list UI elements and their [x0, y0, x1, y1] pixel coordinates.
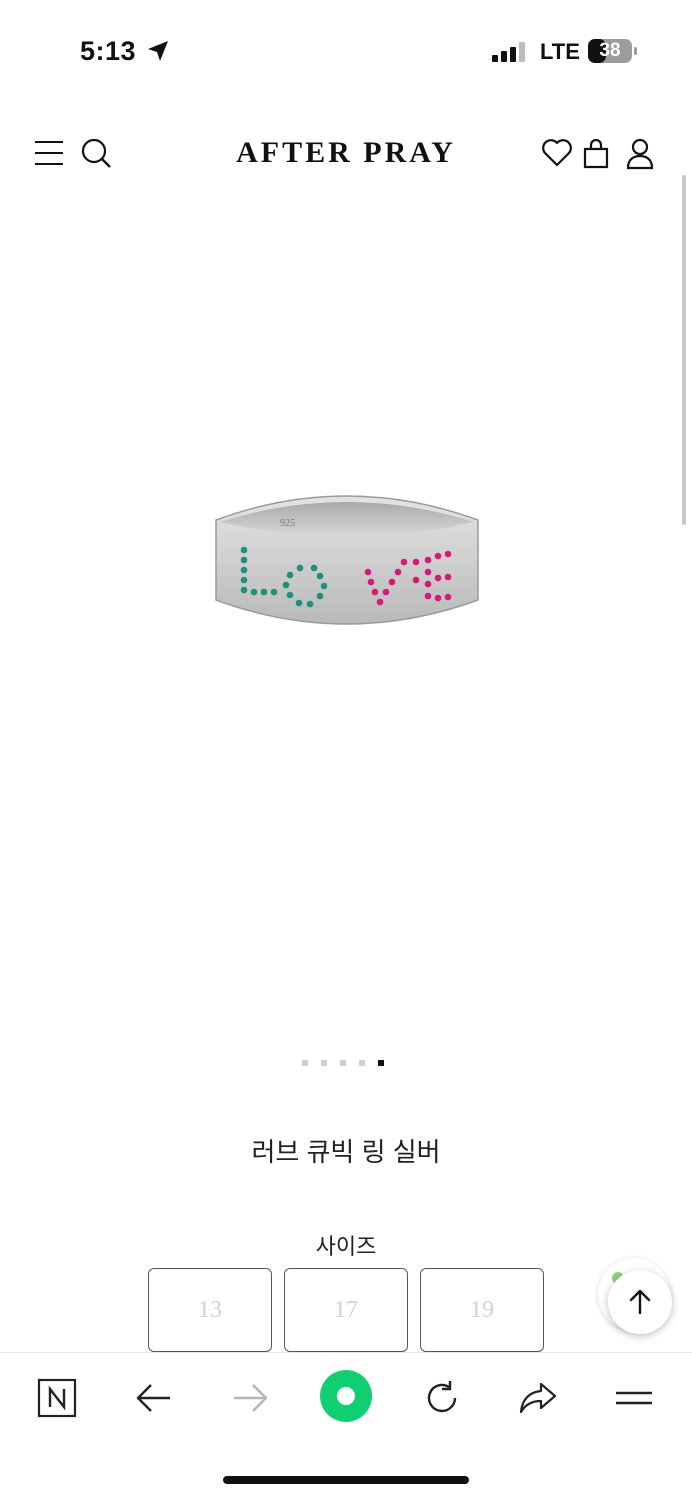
- product-title: 러브 큐빅 링 실버: [251, 1137, 441, 1167]
- carousel-indicator: [302, 1060, 384, 1066]
- size-option-17[interactable]: 17: [284, 1268, 408, 1352]
- product-image[interactable]: 925: [206, 480, 486, 650]
- forward-arrow-icon[interactable]: [226, 1374, 274, 1422]
- carousel-dot-active[interactable]: [378, 1060, 384, 1066]
- carousel-dot[interactable]: [359, 1060, 365, 1066]
- heart-icon[interactable]: [540, 136, 574, 170]
- status-time: 5:13: [80, 36, 137, 66]
- brand-logo[interactable]: AFTER PRAY: [200, 136, 492, 170]
- battery-level: 38: [599, 40, 621, 61]
- carousel-dot[interactable]: [321, 1060, 327, 1066]
- refresh-icon[interactable]: [418, 1374, 466, 1422]
- scrollbar[interactable]: [682, 175, 686, 525]
- naver-n-icon[interactable]: [33, 1374, 81, 1422]
- cellular-signal-icon: [492, 42, 525, 62]
- menu-lines-icon[interactable]: [610, 1374, 658, 1422]
- hallmark-text: 925: [280, 518, 295, 529]
- back-arrow-icon[interactable]: [130, 1374, 178, 1422]
- bag-icon[interactable]: [579, 136, 613, 170]
- menu-icon[interactable]: [32, 136, 66, 170]
- green-dot-icon[interactable]: [320, 1370, 372, 1422]
- carousel-dot[interactable]: [340, 1060, 346, 1066]
- user-icon[interactable]: [623, 136, 657, 170]
- location-arrow-icon: [148, 41, 168, 61]
- size-option-19[interactable]: 19: [420, 1268, 544, 1352]
- share-icon[interactable]: [514, 1374, 562, 1422]
- size-option-13[interactable]: 13: [148, 1268, 272, 1352]
- home-indicator[interactable]: [223, 1476, 469, 1484]
- network-type: LTE: [540, 39, 580, 64]
- scroll-to-top-button[interactable]: [608, 1270, 672, 1334]
- search-icon[interactable]: [80, 136, 114, 170]
- carousel-dot[interactable]: [302, 1060, 308, 1066]
- size-label: 사이즈: [315, 1234, 377, 1259]
- arrow-up-icon: [629, 1289, 651, 1315]
